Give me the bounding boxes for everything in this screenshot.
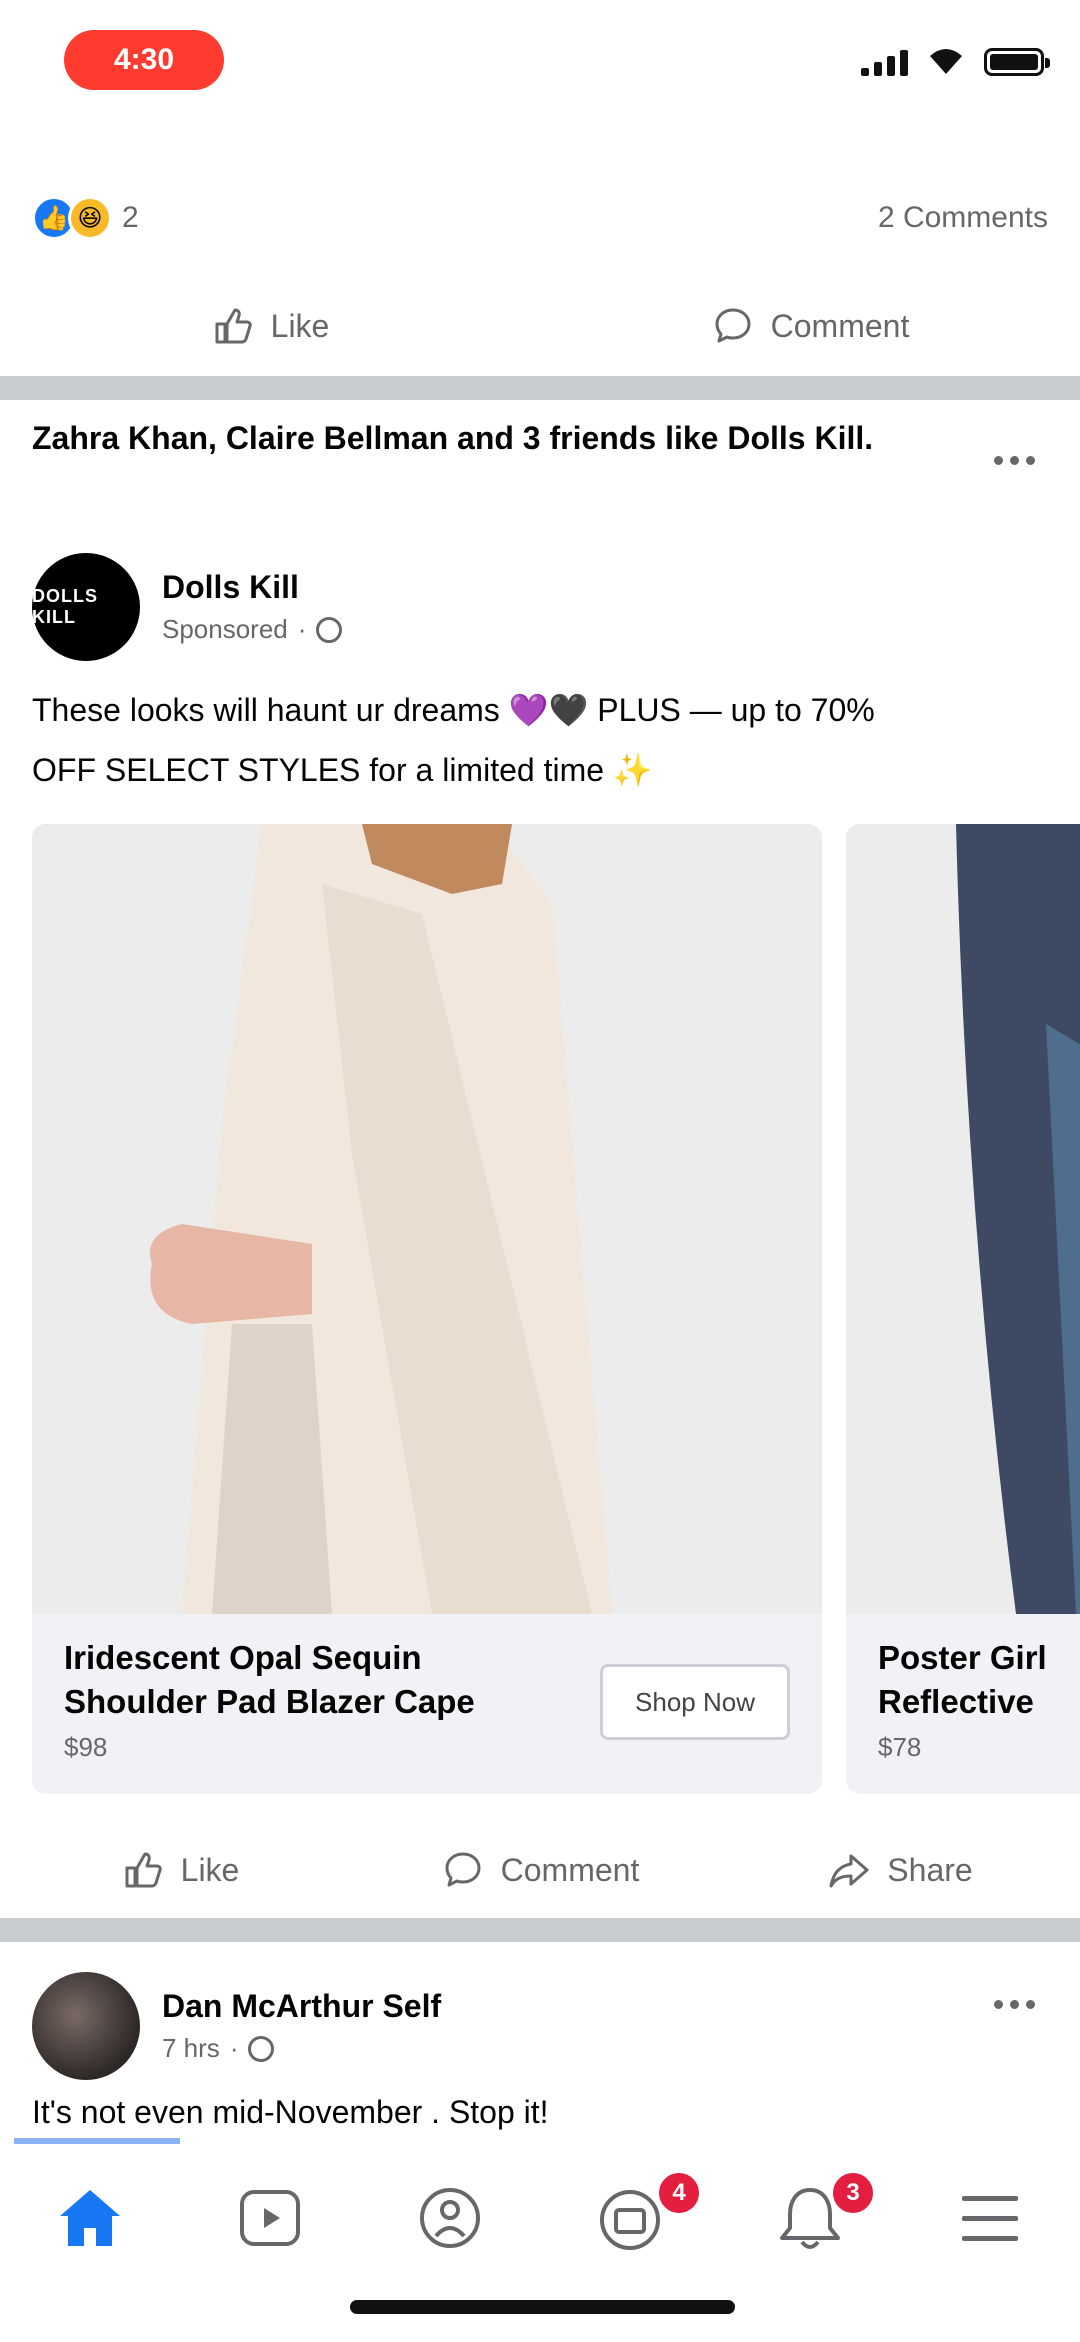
feed-divider bbox=[0, 376, 1080, 400]
like-button[interactable]: Like bbox=[0, 304, 540, 348]
globe-icon bbox=[316, 616, 343, 643]
reaction-summary[interactable]: 👍 😆 2 bbox=[32, 196, 139, 240]
shop-now-button[interactable]: Shop Now bbox=[600, 1664, 790, 1740]
comment-button[interactable]: Comment bbox=[360, 1848, 720, 1892]
friends-like-page-line[interactable]: Zahra Khan, Claire Bellman and 3 friends… bbox=[32, 418, 932, 458]
share-arrow-icon bbox=[829, 1854, 869, 1888]
previous-post-actions: Like Comment bbox=[0, 276, 1080, 376]
notifications-badge: 3 bbox=[830, 2170, 876, 2216]
share-button-label: Share bbox=[887, 1851, 973, 1888]
comment-bubble-icon bbox=[715, 308, 751, 343]
tab-menu[interactable] bbox=[900, 2158, 1080, 2278]
post-meta: Sponsored · bbox=[162, 614, 343, 645]
like-button[interactable]: Like bbox=[0, 1848, 360, 1892]
tab-notifications[interactable]: 3 bbox=[720, 2158, 900, 2278]
wifi-icon bbox=[926, 46, 966, 76]
product-image[interactable] bbox=[846, 824, 1080, 1614]
ad-post-actions: Like Comment Share bbox=[0, 1820, 1080, 1920]
post-options-button[interactable] bbox=[984, 440, 1044, 480]
status-time[interactable]: 4:30 bbox=[64, 30, 224, 90]
author-avatar[interactable] bbox=[32, 1972, 140, 2080]
post-options-button[interactable] bbox=[984, 1984, 1044, 2024]
active-tab-indicator bbox=[14, 2138, 180, 2144]
post-meta: 7 hrs · bbox=[162, 2033, 441, 2064]
bottom-tab-bar: 4 3 bbox=[0, 2138, 1080, 2342]
comment-button-label: Comment bbox=[500, 1851, 640, 1888]
tab-watch[interactable] bbox=[180, 2158, 360, 2278]
haha-reaction-icon: 😆 bbox=[68, 196, 112, 240]
ad-text-line-1: These looks will haunt ur dreams 💜🖤 PLUS… bbox=[32, 692, 875, 728]
thumbs-up-icon bbox=[125, 1852, 162, 1888]
reaction-count: 2 bbox=[122, 201, 139, 234]
product-image[interactable] bbox=[32, 824, 822, 1614]
ad-post-text: These looks will haunt ur dreams 💜🖤 PLUS… bbox=[32, 680, 1052, 800]
tab-items: 4 3 bbox=[0, 2158, 1080, 2278]
tab-home[interactable] bbox=[0, 2158, 180, 2278]
page-name[interactable]: Dolls Kill bbox=[162, 569, 342, 606]
battery-icon bbox=[984, 48, 1050, 76]
cellular-signal-icon bbox=[861, 48, 908, 76]
comments-count-link[interactable]: 2 Comments bbox=[878, 201, 1048, 235]
product-price: $98 bbox=[64, 1732, 108, 1762]
watch-icon bbox=[240, 2190, 300, 2246]
next-post-header: Dan McArthur Self 7 hrs · bbox=[32, 1972, 441, 2080]
comment-bubble-icon bbox=[445, 1852, 481, 1887]
tab-marketplace[interactable] bbox=[360, 2158, 540, 2278]
previous-post-reactions-row: 👍 😆 2 2 Comments bbox=[32, 190, 1048, 246]
previous-post-caption-fragment bbox=[210, 106, 730, 126]
carousel-card[interactable]: Iridescent Opal Sequin Shoulder Pad Blaz… bbox=[32, 824, 822, 1794]
comment-button-label: Comment bbox=[770, 307, 910, 344]
ad-post-header: DOLLS KILL Dolls Kill Sponsored · bbox=[32, 553, 343, 661]
menu-icon bbox=[962, 2196, 1018, 2241]
groups-badge: 4 bbox=[656, 2170, 702, 2216]
like-button-label: Like bbox=[180, 1851, 240, 1888]
home-icon bbox=[60, 2190, 120, 2246]
page-avatar[interactable]: DOLLS KILL bbox=[32, 553, 140, 661]
status-icons bbox=[861, 46, 1050, 76]
thumbs-up-icon bbox=[215, 308, 252, 344]
product-caption: Iridescent Opal Sequin Shoulder Pad Blaz… bbox=[64, 1639, 475, 1720]
like-button-label: Like bbox=[270, 307, 330, 344]
feed-divider bbox=[0, 1918, 1080, 1942]
comment-button[interactable]: Comment bbox=[540, 304, 1080, 348]
next-post-text: It's not even mid-November . Stop it! bbox=[32, 2094, 549, 2130]
tab-groups[interactable]: 4 bbox=[540, 2158, 720, 2278]
carousel-card[interactable]: Poster Girl Reflective $78 bbox=[846, 824, 1080, 1794]
product-price: $78 bbox=[878, 1732, 922, 1762]
share-button[interactable]: Share bbox=[720, 1848, 1080, 1892]
friends-icon bbox=[248, 2035, 275, 2062]
product-caption: Poster Girl Reflective bbox=[878, 1639, 1047, 1720]
sponsored-label[interactable]: Sponsored bbox=[162, 614, 288, 645]
ad-carousel[interactable]: Iridescent Opal Sequin Shoulder Pad Blaz… bbox=[32, 824, 1080, 1794]
ad-text-line-2: OFF SELECT STYLES for a limited time ✨ bbox=[32, 752, 653, 788]
author-name[interactable]: Dan McArthur Self bbox=[162, 1988, 441, 2025]
post-time[interactable]: 7 hrs bbox=[162, 2033, 220, 2064]
status-bar: 4:30 bbox=[0, 0, 1080, 110]
marketplace-icon bbox=[420, 2188, 480, 2248]
home-indicator[interactable] bbox=[350, 2300, 735, 2314]
